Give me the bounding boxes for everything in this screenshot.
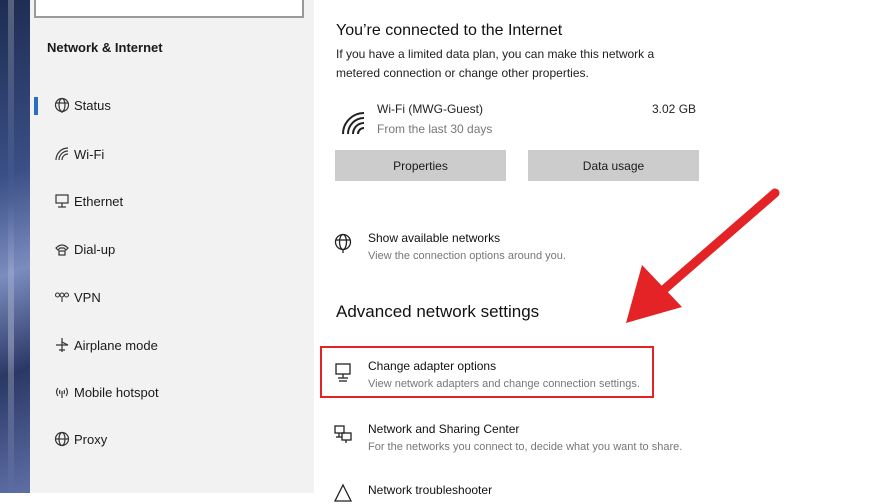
status-description-line2: metered connection or change other prope…: [336, 66, 589, 80]
sidebar-item-label: Dial-up: [74, 241, 116, 257]
sidebar-item-airplane-mode[interactable]: Airplane mode: [30, 325, 314, 365]
sidebar-item-label: VPN: [74, 289, 101, 305]
sharing-center-icon: [332, 423, 354, 445]
sidebar-item-label: Ethernet: [74, 193, 124, 209]
sidebar-item-label: Proxy: [74, 431, 108, 447]
warning-icon: [332, 482, 354, 504]
show-networks-link[interactable]: Show available networks: [368, 231, 500, 245]
phone-icon: [53, 240, 71, 258]
ethernet-icon: [53, 192, 71, 210]
show-networks-icon: [332, 232, 354, 254]
globe-icon: [53, 96, 71, 114]
sidebar-item-label: Wi-Fi: [74, 146, 105, 162]
sidebar-item-label: Airplane mode: [74, 337, 158, 353]
airplane-icon: [53, 336, 71, 354]
sidebar-item-mobile-hotspot[interactable]: Mobile hotspot: [30, 372, 314, 412]
desktop-edge: [0, 0, 30, 493]
sidebar-item-dialup[interactable]: Dial-up: [30, 229, 314, 269]
status-description-line1: If you have a limited data plan, you can…: [336, 47, 655, 61]
sharing-center-link[interactable]: Network and Sharing Center: [368, 422, 519, 436]
search-input[interactable]: [34, 0, 304, 18]
globe-icon: [53, 430, 71, 448]
sidebar-title: Network & Internet: [47, 40, 163, 55]
sidebar-item-label: Status: [74, 97, 111, 113]
show-networks-description: View the connection options around you.: [368, 250, 566, 262]
wifi-icon: [53, 145, 71, 163]
status-heading: You’re connected to the Internet: [336, 22, 563, 39]
sidebar: Network & Internet Status Wi-Fi Ethernet…: [30, 0, 314, 493]
data-used: 3.02 GB: [652, 102, 697, 116]
sidebar-item-vpn[interactable]: VPN: [30, 277, 314, 317]
annotation-highlight-box: [320, 346, 654, 398]
properties-button[interactable]: Properties: [335, 150, 506, 181]
network-name: Wi-Fi (MWG-Guest): [377, 102, 483, 116]
annotation-arrow-icon: [626, 188, 780, 323]
troubleshooter-link[interactable]: Network troubleshooter: [368, 483, 492, 497]
wifi-signal-icon: [340, 110, 370, 136]
sharing-center-description: For the networks you connect to, decide …: [368, 441, 683, 453]
vpn-icon: [53, 288, 71, 306]
sidebar-item-wifi[interactable]: Wi-Fi: [30, 134, 314, 174]
network-period: From the last 30 days: [377, 122, 493, 136]
selection-indicator: [34, 97, 38, 115]
hotspot-icon: [53, 383, 71, 401]
sidebar-item-status[interactable]: Status: [30, 85, 314, 125]
sidebar-item-ethernet[interactable]: Ethernet: [30, 181, 314, 221]
data-usage-button[interactable]: Data usage: [528, 150, 699, 181]
advanced-heading: Advanced network settings: [336, 302, 540, 321]
sidebar-item-proxy[interactable]: Proxy: [30, 419, 314, 459]
sidebar-item-label: Mobile hotspot: [74, 384, 159, 400]
